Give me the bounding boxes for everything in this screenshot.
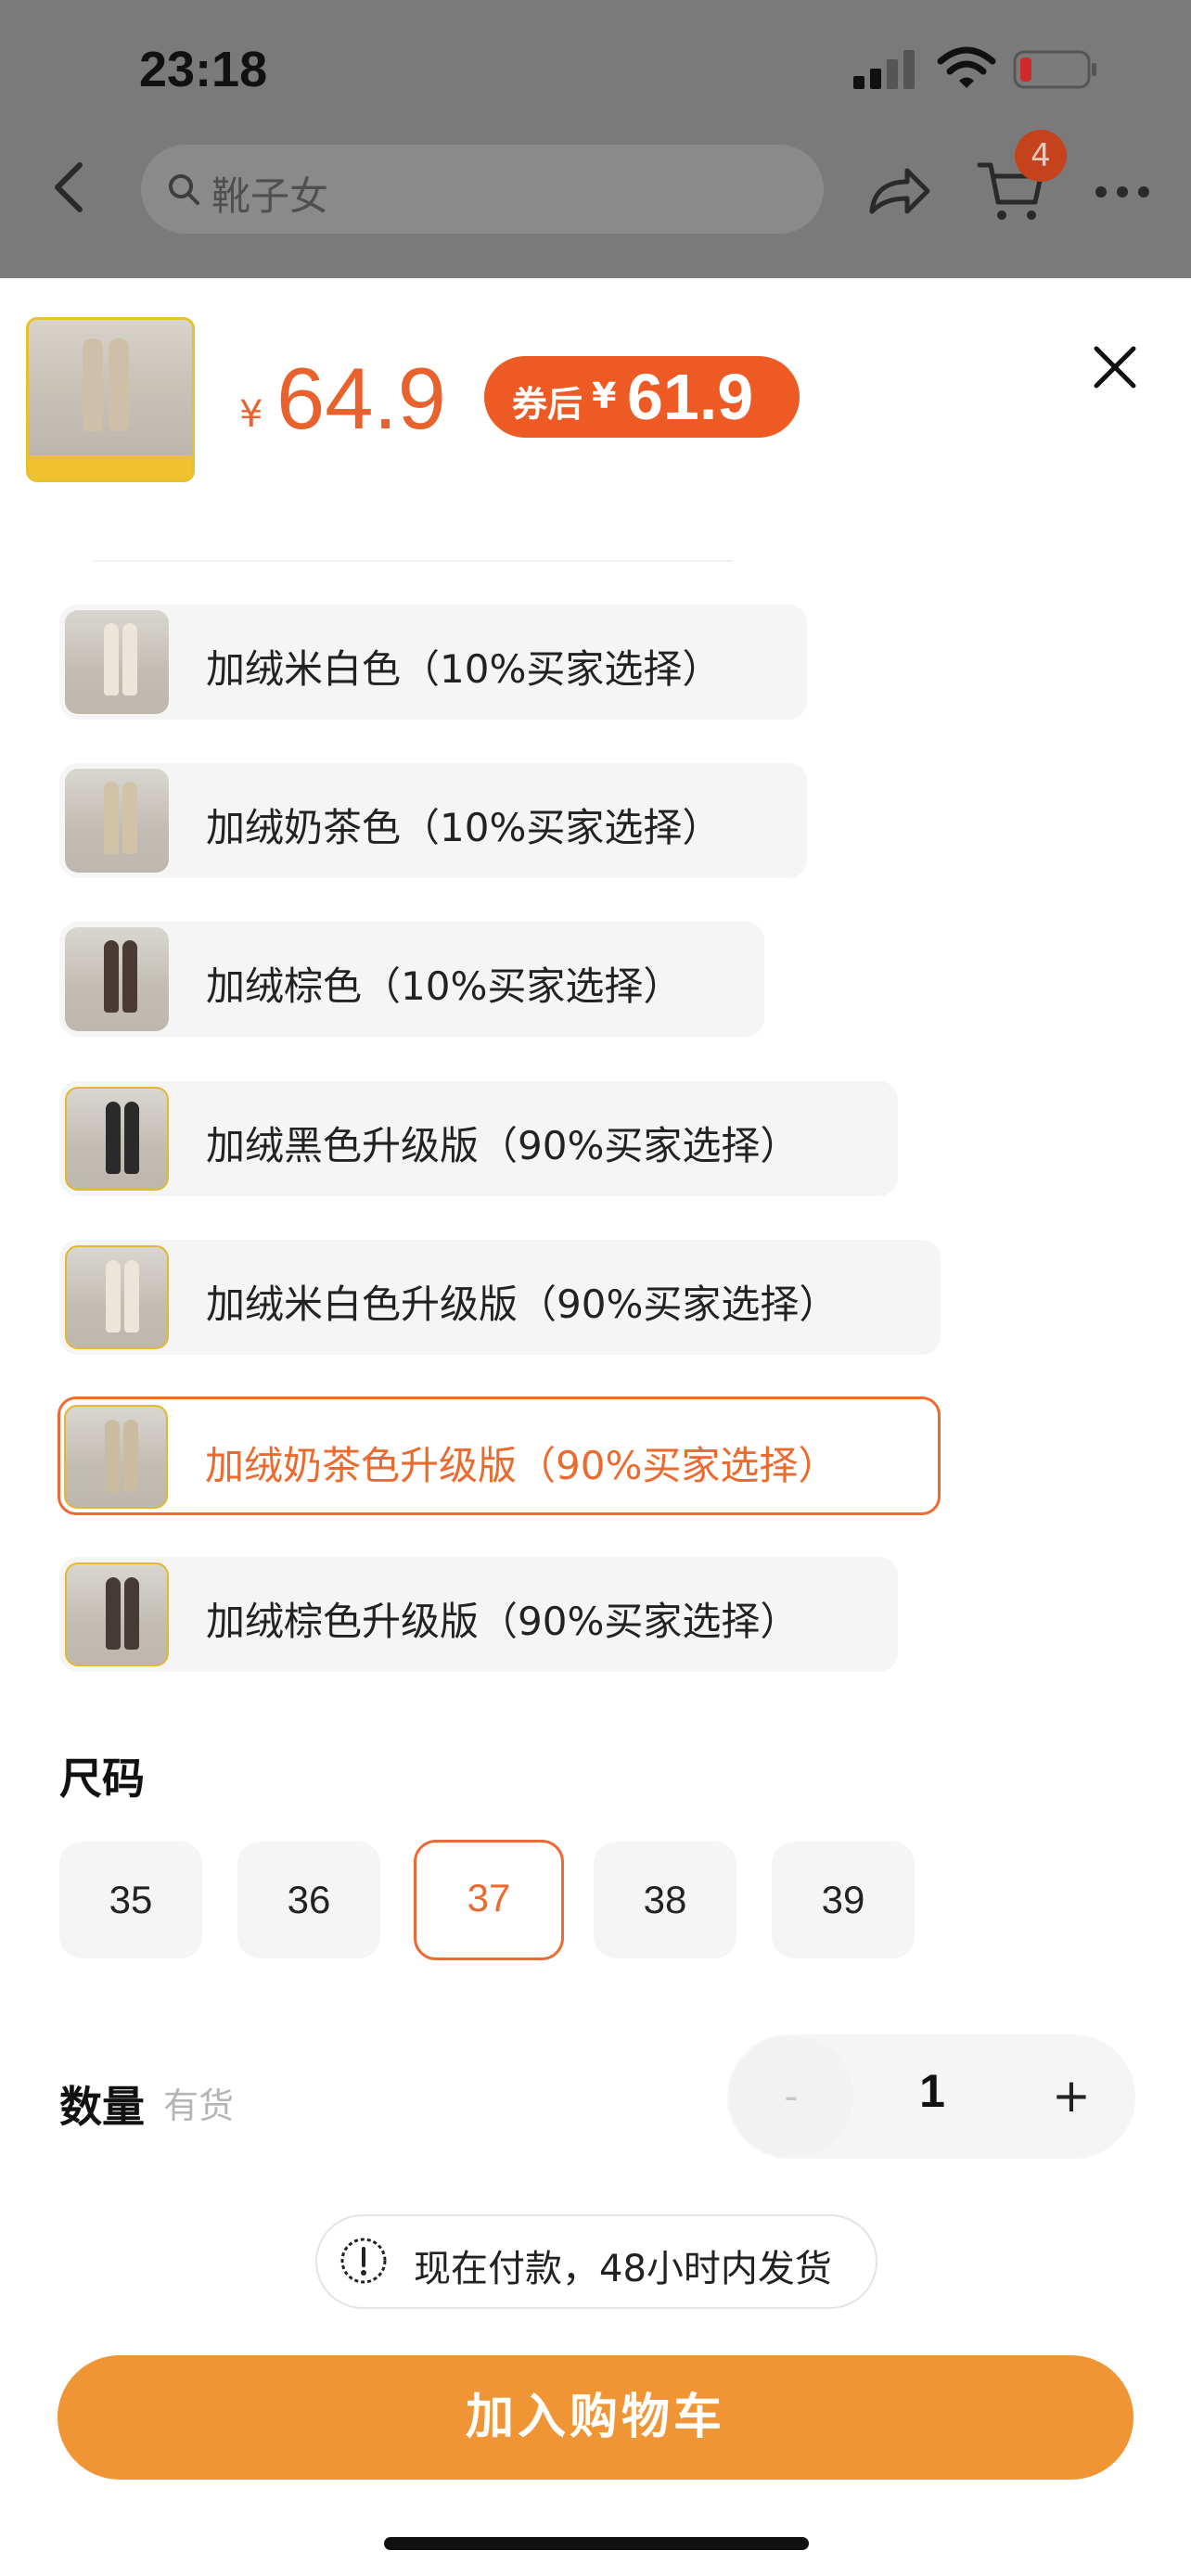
color-option-selected[interactable]: 加绒奶茶色升级版（90%买家选择）	[58, 1396, 941, 1515]
color-option-label: 加绒黑色升级版（90%买家选择）	[206, 1123, 800, 1168]
quantity-value[interactable]: 1	[890, 2064, 974, 2118]
color-option[interactable]: 加绒奶茶色（10%买家选择）	[59, 763, 807, 878]
cart-count-badge: 4	[1015, 130, 1067, 182]
color-option-image	[65, 610, 169, 714]
info-icon	[340, 2238, 387, 2284]
color-option-label: 加绒奶茶色（10%买家选择）	[206, 805, 722, 850]
status-time: 23:18	[139, 42, 268, 97]
size-title: 尺码	[59, 1753, 145, 1804]
color-option-image	[65, 1562, 169, 1666]
coupon-label: 券后	[512, 384, 583, 425]
color-option[interactable]: 加绒棕色升级版（90%买家选择）	[59, 1557, 898, 1672]
color-option-image	[65, 769, 169, 873]
color-option-label: 加绒米白色（10%买家选择）	[206, 646, 722, 692]
quantity-increase-button[interactable]: +	[1009, 2036, 1133, 2157]
color-option-image	[65, 1087, 169, 1191]
price-currency: ¥	[239, 393, 263, 436]
quantity-title: 数量	[59, 2082, 145, 2132]
color-option[interactable]: 加绒米白色（10%买家选择）	[59, 605, 807, 720]
color-option-image	[65, 1245, 169, 1349]
size-option-selected[interactable]: 37	[414, 1840, 564, 1960]
color-option[interactable]: 加绒米白色升级版（90%买家选择）	[59, 1240, 941, 1355]
size-option[interactable]: 39	[772, 1842, 915, 1958]
more-icon[interactable]	[1095, 185, 1150, 198]
color-option-image	[65, 927, 169, 1031]
color-option[interactable]: 加绒棕色（10%买家选择）	[59, 922, 764, 1037]
size-option[interactable]: 38	[594, 1842, 736, 1958]
coupon-price: 61.9	[627, 361, 754, 433]
search-query: 靴子女	[211, 173, 329, 219]
quantity-decrease-button[interactable]: -	[729, 2036, 853, 2157]
share-icon[interactable]	[864, 163, 933, 219]
search-icon	[169, 174, 199, 205]
signal-icon	[853, 50, 915, 89]
color-option-label: 加绒奶茶色升级版（90%买家选择）	[205, 1443, 838, 1488]
stock-status: 有货	[163, 2085, 235, 2126]
color-option-label: 加绒米白色升级版（90%买家选择）	[206, 1282, 839, 1327]
add-to-cart-button[interactable]: 加入购物车	[58, 2355, 1133, 2480]
color-option-image	[64, 1405, 168, 1509]
price: 64.9	[276, 350, 446, 447]
divider	[93, 560, 733, 562]
shipping-notice-text: 现在付款，48小时内发货	[414, 2248, 832, 2290]
size-option[interactable]: 35	[59, 1842, 202, 1958]
wifi-icon	[937, 46, 996, 88]
color-option[interactable]: 加绒黑色升级版（90%买家选择）	[59, 1081, 898, 1196]
color-option-label: 加绒棕色升级版（90%买家选择）	[206, 1599, 800, 1644]
back-icon[interactable]	[46, 159, 93, 215]
size-option[interactable]: 36	[237, 1842, 380, 1958]
home-indicator	[384, 2537, 809, 2550]
color-option-label: 加绒棕色（10%买家选择）	[206, 963, 683, 1009]
battery-icon	[1013, 50, 1096, 89]
coupon-currency: ¥	[592, 376, 617, 416]
close-icon[interactable]	[1091, 343, 1139, 391]
product-thumbnail[interactable]	[26, 317, 195, 482]
